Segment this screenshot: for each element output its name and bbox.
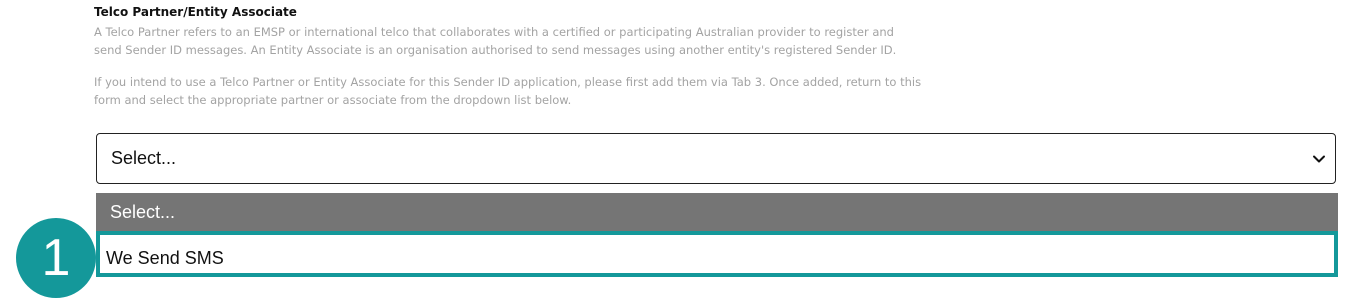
- dropdown-option-we-send-sms[interactable]: We Send SMS: [96, 231, 1338, 277]
- dropdown-option-label: We Send SMS: [106, 248, 224, 268]
- step-badge: 1: [16, 218, 96, 298]
- partner-select[interactable]: Select...: [96, 133, 1336, 184]
- partner-dropdown-list: Select... We Send SMS: [96, 193, 1338, 278]
- dropdown-option-label: Select...: [110, 202, 176, 222]
- step-number: 1: [41, 229, 71, 287]
- dropdown-option-select[interactable]: Select...: [96, 193, 1338, 231]
- section-instructions: If you intend to use a Telco Partner or …: [94, 75, 922, 107]
- chevron-down-icon: [1313, 155, 1325, 163]
- section-title: Telco Partner/Entity Associate: [94, 5, 297, 19]
- section-description: A Telco Partner refers to an EMSP or int…: [94, 25, 897, 57]
- partner-select-value: Select...: [111, 148, 177, 168]
